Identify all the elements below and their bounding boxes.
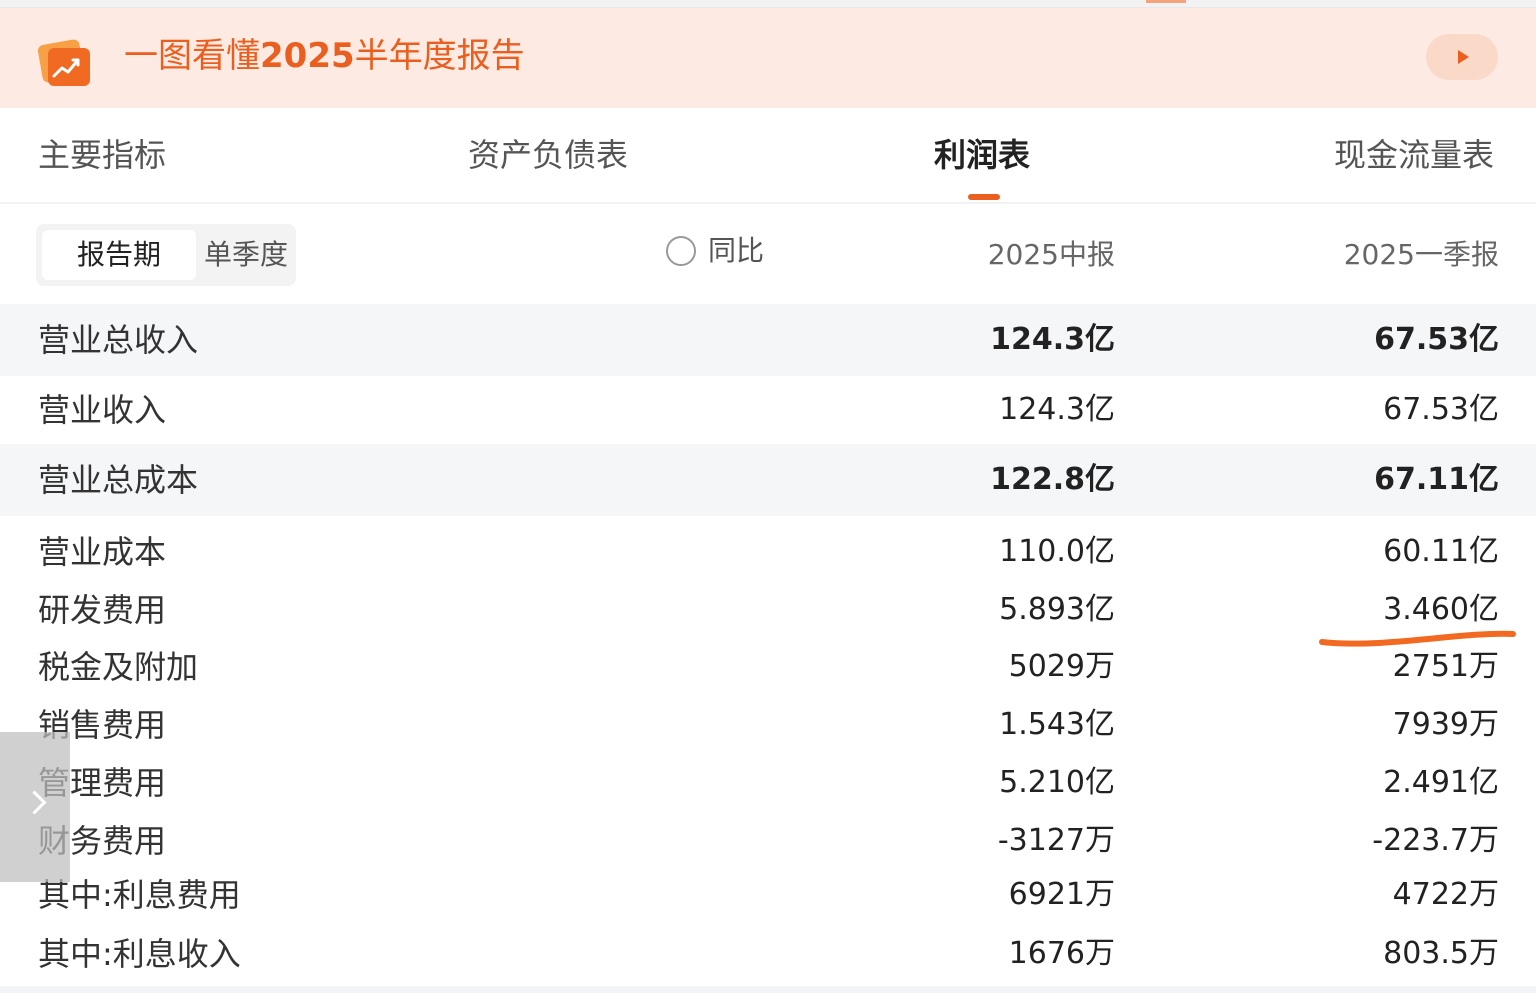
table-row[interactable]: 营业总收入 124.3亿 67.53亿 — [0, 304, 1536, 376]
value-h1-2025: 5029万 — [1008, 649, 1115, 684]
chevron-right-icon — [22, 790, 47, 815]
period-option-report[interactable]: 报告期 — [42, 230, 196, 280]
value-q1-2025: 67.53亿 — [1383, 392, 1499, 427]
active-tab-underline — [968, 194, 1000, 200]
table-row[interactable]: 财务费用 -3127万 -223.7万 — [0, 818, 1536, 864]
row-label: 税金及附加 — [38, 648, 199, 686]
underline-annotation — [1319, 630, 1516, 647]
statement-tabs: 主要指标 资产负债表 利润表 现金流量表 — [0, 108, 1536, 204]
row-label: 研发费用 — [38, 591, 167, 629]
table-row[interactable]: 税金及附加 5029万 2751万 — [0, 632, 1536, 702]
value-h1-2025: 110.0亿 — [999, 534, 1115, 569]
banner-title-prefix: 一图看懂 — [124, 36, 260, 76]
value-h1-2025: 5.893亿 — [999, 592, 1115, 627]
value-h1-2025: -3127万 — [997, 823, 1115, 858]
side-expand-button[interactable] — [0, 732, 70, 882]
value-h1-2025: 124.3亿 — [990, 322, 1115, 357]
tab-income-statement[interactable]: 利润表 — [934, 134, 1030, 176]
tab-balance-sheet[interactable]: 资产负债表 — [468, 134, 628, 176]
period-toggle: 报告期 单季度 — [36, 224, 296, 286]
period-option-quarter[interactable]: 单季度 — [202, 230, 290, 280]
chart-card-icon — [38, 39, 90, 86]
value-q1-2025: -223.7万 — [1372, 823, 1499, 858]
column-header-q1-2025: 2025一季报 — [1343, 238, 1499, 271]
play-button[interactable] — [1426, 34, 1498, 80]
banner-title-suffix: 半年度报告 — [354, 36, 525, 76]
row-label: 其中:利息收入 — [38, 935, 241, 973]
tab-main-indicators[interactable]: 主要指标 — [38, 134, 166, 176]
value-q1-2025: 803.5万 — [1383, 936, 1499, 971]
table-row[interactable]: 其中:利息收入 1676万 803.5万 — [0, 926, 1536, 982]
table-row[interactable]: 其中:利息费用 6921万 4722万 — [0, 864, 1536, 926]
value-q1-2025: 7939万 — [1392, 707, 1499, 742]
table-row[interactable]: 管理费用 5.210亿 2.491亿 — [0, 748, 1536, 818]
row-label: 营业收入 — [38, 391, 167, 429]
top-indicator — [1146, 0, 1186, 3]
value-h1-2025: 1676万 — [1008, 936, 1115, 971]
play-icon — [1458, 50, 1469, 64]
value-q1-2025: 67.53亿 — [1374, 322, 1499, 357]
top-divider — [0, 0, 1536, 8]
value-h1-2025: 122.8亿 — [990, 462, 1115, 497]
banner-title: 一图看懂2025半年度报告 — [124, 34, 525, 78]
table-row[interactable]: 营业总成本 122.8亿 67.11亿 — [0, 444, 1536, 516]
report-banner[interactable]: 一图看懂2025半年度报告 — [0, 8, 1536, 108]
column-header-h1-2025: 2025中报 — [987, 238, 1115, 271]
table-row[interactable]: 营业成本 110.0亿 60.11亿 — [0, 516, 1536, 588]
table-row[interactable]: 销售费用 1.543亿 7939万 — [0, 702, 1536, 748]
tab-cash-flow[interactable]: 现金流量表 — [1334, 134, 1494, 176]
value-q1-2025: 60.11亿 — [1383, 534, 1499, 569]
bottom-divider — [0, 986, 1536, 993]
yoy-label[interactable]: 同比 — [708, 232, 764, 270]
value-q1-2025: 2.491亿 — [1383, 765, 1499, 800]
value-h1-2025: 124.3亿 — [999, 392, 1115, 427]
value-h1-2025: 5.210亿 — [999, 765, 1115, 800]
value-q1-2025: 67.11亿 — [1374, 462, 1499, 497]
row-label: 营业成本 — [38, 533, 167, 571]
table-row[interactable]: 营业收入 124.3亿 67.53亿 — [0, 376, 1536, 444]
row-label: 营业总收入 — [38, 321, 199, 359]
value-h1-2025: 6921万 — [1008, 877, 1115, 912]
yoy-radio[interactable] — [666, 236, 696, 266]
value-h1-2025: 1.543亿 — [999, 707, 1115, 742]
table-row[interactable]: 研发费用 5.893亿 3.460亿 — [0, 588, 1536, 632]
value-q1-2025: 4722万 — [1392, 877, 1499, 912]
row-label: 营业总成本 — [38, 461, 199, 499]
banner-title-year: 2025 — [260, 36, 355, 76]
